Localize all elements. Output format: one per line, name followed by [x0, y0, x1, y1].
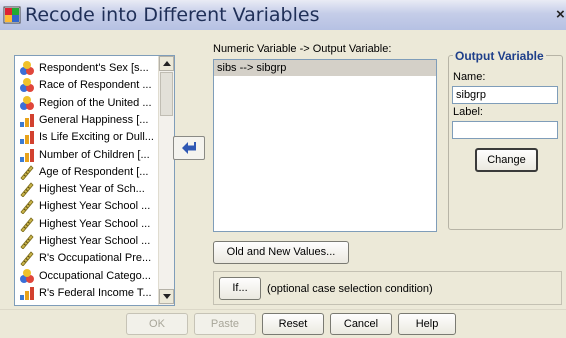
scroll-up-button[interactable]	[159, 56, 174, 71]
name-field[interactable]: sibgrp	[452, 86, 558, 104]
mapping-item-label: sibs --> sibgrp	[217, 62, 287, 74]
variable-label: Respondent's Sex [s...	[39, 62, 149, 74]
variable-label: R's Occupational Pre...	[39, 252, 152, 265]
help-button[interactable]: Help	[398, 313, 456, 335]
variable-item[interactable]: Highest Year School ...	[15, 232, 159, 250]
ordinal-icon	[20, 131, 34, 145]
if-button[interactable]: If...	[219, 277, 261, 300]
nominal-icon	[20, 268, 34, 283]
reset-button[interactable]: Reset	[262, 313, 324, 335]
mapping-heading: Numeric Variable -> Output Variable:	[213, 43, 392, 55]
nominal-icon	[20, 95, 34, 110]
variable-item[interactable]: Highest Year of Sch...	[15, 180, 159, 198]
output-variable-title: Output Variable	[453, 49, 546, 63]
if-caption: (optional case selection condition)	[267, 283, 433, 295]
variable-label: Race of Respondent ...	[39, 79, 152, 92]
close-icon[interactable]: ×	[556, 6, 565, 23]
variable-item[interactable]: General Happiness [...	[15, 111, 159, 129]
variable-label: Is Life Exciting or Dull...	[39, 131, 154, 144]
title-bar[interactable]: Recode into Different Variables ×	[0, 0, 566, 30]
arrow-down-icon	[163, 294, 171, 299]
variable-label: General Happiness [...	[39, 113, 149, 126]
variable-label: Highest Year School ...	[39, 235, 151, 247]
change-button[interactable]: Change	[475, 148, 538, 172]
variable-label: Region of the United ...	[39, 96, 152, 109]
scale-icon	[20, 199, 34, 215]
cancel-button[interactable]: Cancel	[330, 313, 392, 335]
variable-label: Highest Year of Sch...	[39, 183, 145, 196]
nominal-icon	[20, 78, 34, 93]
variable-item[interactable]: Respondent's Sex [s...	[15, 59, 159, 77]
variable-label: R's Federal Income T...	[39, 286, 152, 299]
scale-icon	[20, 217, 34, 232]
window-title: Recode into Different Variables	[25, 4, 320, 26]
nominal-icon	[20, 61, 34, 75]
vertical-scrollbar[interactable]	[158, 56, 174, 305]
arrow-left-icon	[182, 142, 196, 154]
move-variable-button[interactable]	[173, 136, 205, 160]
name-label: Name:	[453, 71, 486, 83]
app-icon	[3, 6, 21, 24]
source-variable-list[interactable]: Respondent's Sex [s... Race of Respondent…	[14, 55, 175, 306]
variable-label: Highest Year School ...	[39, 200, 151, 213]
mapping-list[interactable]: sibs --> sibgrp	[213, 59, 437, 232]
variable-label: Occupational Catego...	[39, 269, 151, 282]
scroll-down-button[interactable]	[159, 289, 174, 304]
variable-label: Age of Respondent [...	[39, 165, 149, 178]
ordinal-icon	[20, 113, 34, 127]
variable-item[interactable]: Race of Respondent ...	[15, 76, 159, 94]
variable-label: Number of Children [...	[39, 148, 150, 161]
ordinal-icon	[20, 148, 34, 162]
recode-dialog: Recode into Different Variables × Respon…	[0, 0, 566, 338]
variable-item[interactable]: Region of the United ...	[15, 94, 159, 112]
paste-button[interactable]: Paste	[194, 313, 256, 335]
label-label: Label:	[453, 106, 483, 118]
ordinal-icon	[20, 286, 34, 300]
variable-item[interactable]: Number of Children [...	[15, 146, 159, 164]
variable-item[interactable]: Highest Year School ...	[15, 197, 159, 215]
scale-icon	[20, 234, 34, 249]
variable-item[interactable]: Occupational Catego...	[15, 267, 159, 285]
variable-item[interactable]: Age of Respondent [...	[15, 163, 159, 181]
ok-button[interactable]: OK	[126, 313, 188, 335]
separator	[0, 309, 566, 310]
label-field[interactable]	[452, 121, 558, 139]
scale-icon	[20, 182, 34, 198]
variable-item[interactable]: R's Occupational Pre...	[15, 249, 159, 267]
mapping-item[interactable]: sibs --> sibgrp	[214, 60, 436, 76]
variable-item[interactable]: Highest Year School ...	[15, 215, 159, 233]
variable-item[interactable]: Is Life Exciting or Dull...	[15, 128, 159, 146]
variable-label: Highest Year School ...	[39, 217, 151, 230]
scale-icon	[20, 251, 34, 267]
arrow-up-icon	[163, 61, 171, 66]
scroll-thumb[interactable]	[160, 72, 173, 116]
scale-icon	[20, 165, 34, 180]
variable-item[interactable]: R's Federal Income T...	[15, 284, 159, 302]
old-new-values-button[interactable]: Old and New Values...	[213, 241, 349, 264]
